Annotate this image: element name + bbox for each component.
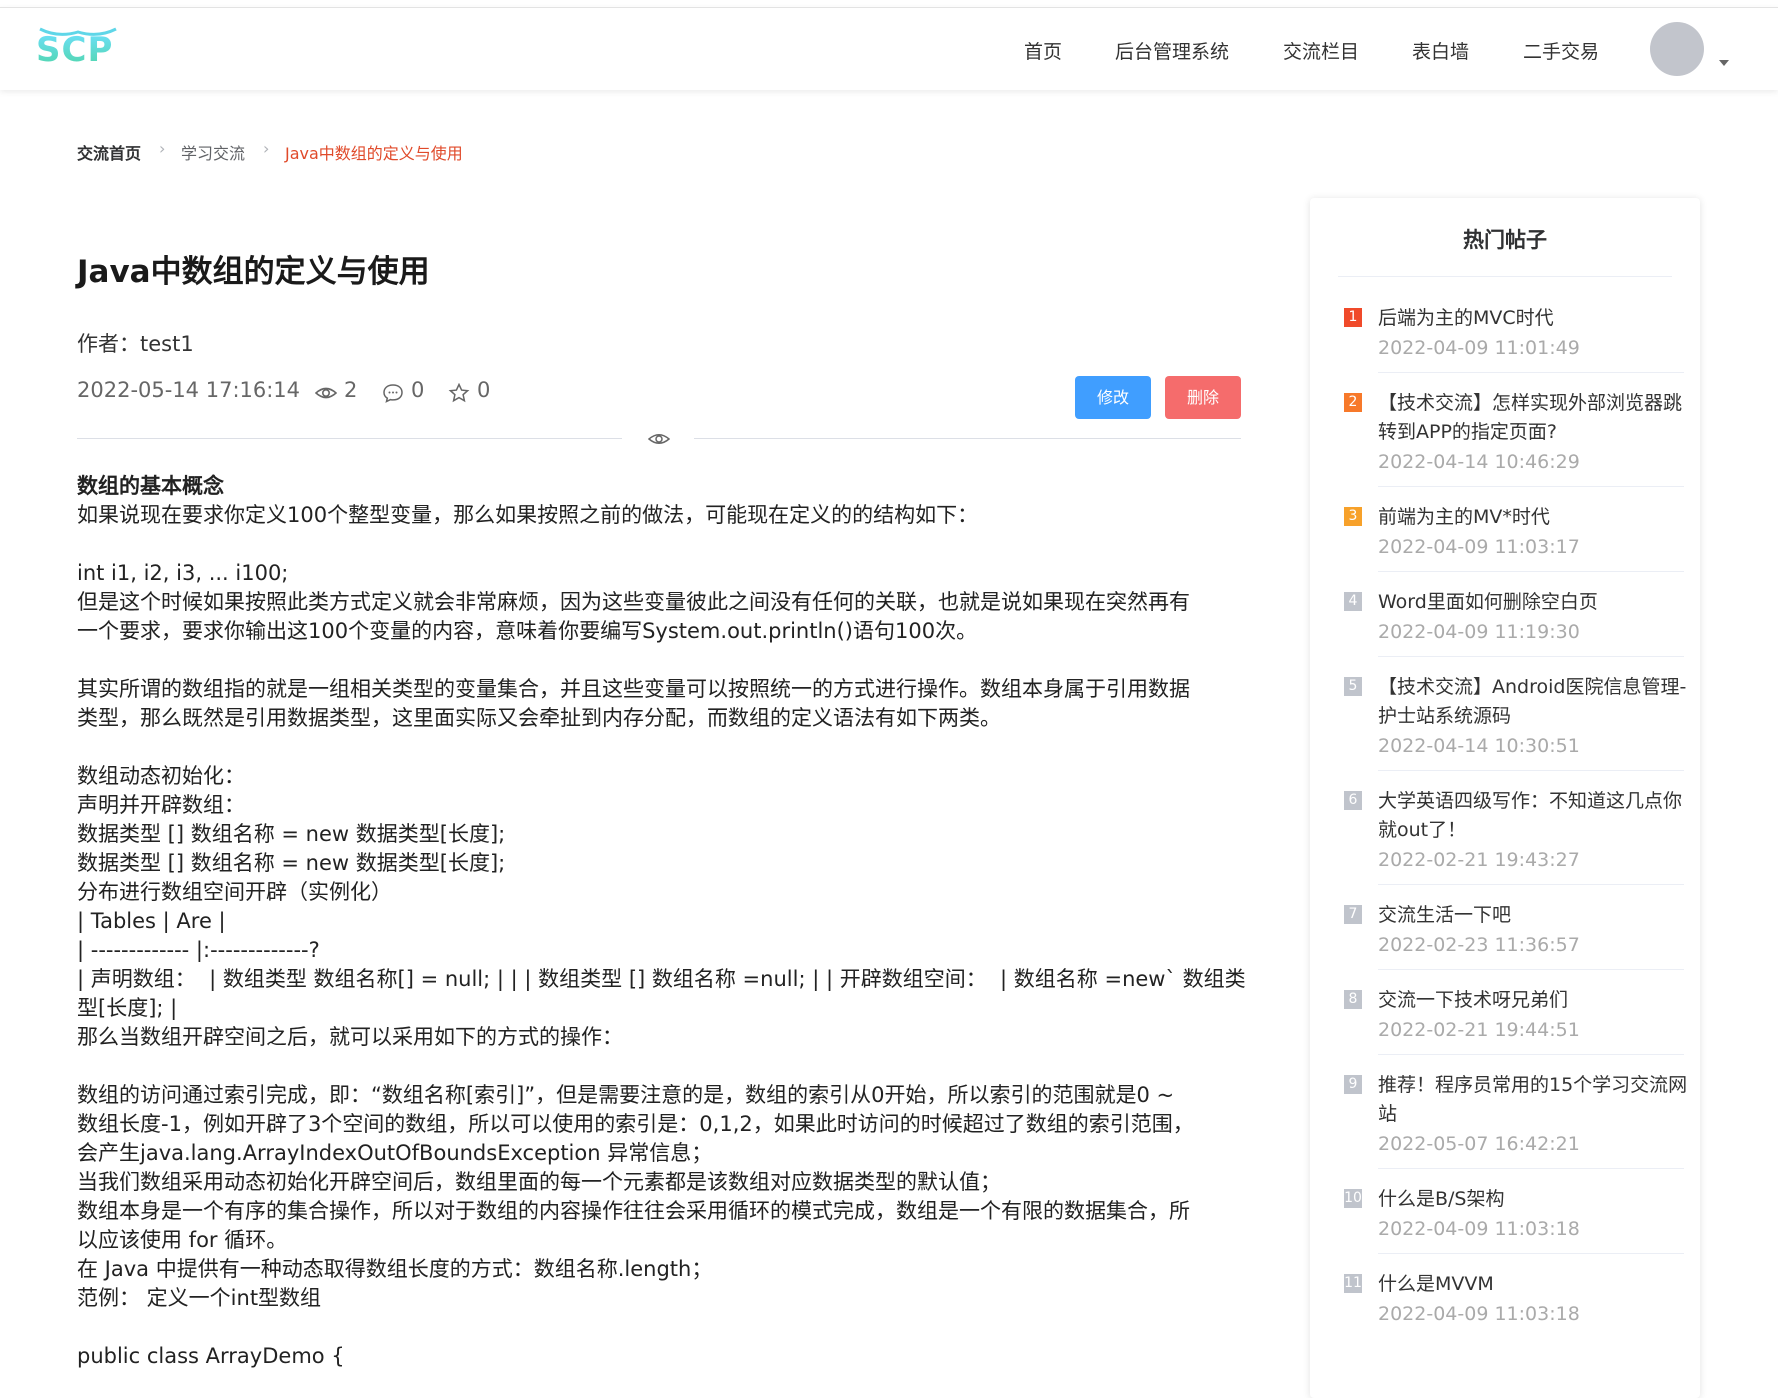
- hot-posts-panel: 热门帖子 1 后端为主的MVC时代 2022-04-09 11:01:49 2 …: [1310, 198, 1700, 1398]
- rank-badge: 10: [1344, 1189, 1362, 1208]
- rank-badge: 1: [1344, 308, 1362, 327]
- chevron-right-icon: ›: [263, 139, 270, 158]
- rank-badge: 9: [1344, 1075, 1362, 1094]
- nav-confession-wall[interactable]: 表白墙: [1412, 37, 1469, 64]
- hot-posts-title: 热门帖子: [1463, 228, 1547, 252]
- content-line: 如果说现在要求你定义100个整型变量，那么如果按照之前的做法，可能现在定义的的结…: [77, 503, 979, 527]
- edit-button[interactable]: 修改: [1075, 376, 1151, 419]
- content-line: 范例： 定义一个int型数组: [77, 1286, 322, 1310]
- post-author: 作者：test1: [77, 332, 194, 356]
- content-line: public class ArrayDemo {: [77, 1344, 345, 1368]
- logo-text: SCP: [36, 30, 114, 70]
- star-count: 0: [477, 378, 491, 402]
- hot-post-title[interactable]: 【技术交流】Android医院信息管理-护士站系统源码: [1378, 673, 1688, 731]
- content-line: 其实所谓的数组指的就是一组相关类型的变量集合，并且这些变量可以按照统一的方式进行…: [77, 677, 1190, 701]
- content-line: | 声明数组： | 数组类型 数组名称[] = null; | | | 数组类型…: [77, 967, 1246, 991]
- content-line: 分布进行数组空间开辟（实例化）: [77, 880, 392, 904]
- hot-post-time: 2022-04-09 11:03:18: [1378, 1218, 1580, 1240]
- post-meta: 2022-05-14 17:16:14 2 0 0: [77, 378, 577, 406]
- caret-down-icon[interactable]: [1719, 60, 1729, 66]
- hot-post-time: 2022-04-09 11:01:49: [1378, 337, 1580, 359]
- hot-post-time: 2022-04-09 11:03:17: [1378, 536, 1580, 558]
- hot-post-title[interactable]: 什么是B/S架构: [1378, 1185, 1688, 1214]
- hot-post-title[interactable]: 前端为主的MV*时代: [1378, 503, 1688, 532]
- comment-count: 0: [411, 378, 425, 402]
- hot-post-time: 2022-05-07 16:42:21: [1378, 1133, 1580, 1155]
- hot-post-title[interactable]: 什么是MVVM: [1378, 1270, 1688, 1299]
- hot-post-title[interactable]: 交流一下技术呀兄弟们: [1378, 986, 1688, 1015]
- content-line: 当我们数组采用动态初始化开辟空间后，数组里面的每一个元素都是该数组对应数据类型的…: [77, 1170, 1001, 1194]
- content-line: 以应该使用 for 循环。: [77, 1228, 288, 1252]
- content-line: 一个要求，要求你输出这100个变量的内容，意味着你要编写System.out.p…: [77, 619, 978, 643]
- content-line: 数据类型 [] 数组名称 = new 数据类型[长度];: [77, 851, 506, 875]
- content-line: 那么当数组开辟空间之后，就可以采用如下的方式的操作：: [77, 1025, 623, 1049]
- content-line: 会产生java.lang.ArrayIndexOutOfBoundsExcept…: [77, 1141, 713, 1165]
- hot-post-time: 2022-02-23 11:36:57: [1378, 934, 1580, 956]
- content-line: 类型，那么既然是引用数据类型，这里面实际又会牵扯到内存分配，而数组的定义语法有如…: [77, 706, 1001, 730]
- site-logo[interactable]: SCP: [34, 26, 124, 72]
- content-line: 型[长度]; |: [77, 996, 178, 1020]
- hot-post-title[interactable]: Word里面如何删除空白页: [1378, 588, 1688, 617]
- content-line: | Tables | Are |: [77, 909, 226, 933]
- content-line: 在 Java 中提供有一种动态取得数组长度的方式：数组名称.length；: [77, 1257, 713, 1281]
- view-count: 2: [344, 378, 358, 402]
- post-content: 数组的基本概念 如果说现在要求你定义100个整型变量，那么如果按照之前的做法，可…: [77, 472, 1247, 1371]
- nav-forum[interactable]: 交流栏目: [1283, 37, 1359, 64]
- breadcrumb-current: Java中数组的定义与使用: [285, 144, 463, 163]
- content-line: 数组动态初始化：: [77, 764, 245, 788]
- content-line: 但是这个时候如果按照此类方式定义就会非常麻烦，因为这些变量彼此之间没有任何的关联…: [77, 590, 1190, 614]
- nav-second-hand[interactable]: 二手交易: [1523, 37, 1599, 64]
- rank-badge: 7: [1344, 905, 1362, 924]
- hot-post-time: 2022-02-21 19:44:51: [1378, 1019, 1580, 1041]
- hot-post-time: 2022-02-21 19:43:27: [1378, 849, 1580, 871]
- hot-post-time: 2022-04-14 10:46:29: [1378, 451, 1580, 473]
- hot-post-title[interactable]: 后端为主的MVC时代: [1378, 304, 1688, 333]
- rank-badge: 4: [1344, 592, 1362, 611]
- divider: [77, 438, 622, 439]
- content-line: | ------------- |:-------------?: [77, 938, 320, 962]
- rank-badge: 3: [1344, 507, 1362, 526]
- content-line: 数组的访问通过索引完成，即：“数组名称[索引]”，但是需要注意的是，数组的索引从…: [77, 1083, 1175, 1107]
- breadcrumb-home[interactable]: 交流首页: [77, 140, 141, 164]
- hot-post-time: 2022-04-14 10:30:51: [1378, 735, 1580, 757]
- divider: [1338, 276, 1672, 277]
- user-avatar[interactable]: [1650, 22, 1704, 76]
- rank-badge: 6: [1344, 791, 1362, 810]
- comment-icon: [383, 384, 403, 403]
- rank-badge: 2: [1344, 393, 1362, 412]
- eye-icon: [648, 434, 670, 444]
- hot-post-time: 2022-04-09 11:19:30: [1378, 621, 1580, 643]
- post-date: 2022-05-14 17:16:14: [77, 378, 301, 402]
- nav-admin-system[interactable]: 后台管理系统: [1115, 37, 1229, 64]
- top-navbar: SCP 首页 后台管理系统 交流栏目 表白墙 二手交易: [0, 7, 1778, 90]
- content-line: 数组长度-1，例如开辟了3个空间的数组，所以可以使用的索引是：0,1,2，如果此…: [77, 1112, 1194, 1136]
- nav-home[interactable]: 首页: [1024, 37, 1062, 64]
- content-heading: 数组的基本概念: [77, 474, 224, 498]
- content-line: 声明并开辟数组：: [77, 793, 245, 817]
- delete-button[interactable]: 删除: [1165, 376, 1241, 419]
- content-line: 数据类型 [] 数组名称 = new 数据类型[长度];: [77, 822, 506, 846]
- breadcrumb-category[interactable]: 学习交流: [181, 140, 245, 164]
- hot-post-title[interactable]: 交流生活一下吧: [1378, 901, 1688, 930]
- hot-post-title[interactable]: 大学英语四级写作：不知道这几点你就out了！: [1378, 787, 1688, 845]
- content-line: int i1, i2, i3, ... i100;: [77, 561, 289, 585]
- rank-badge: 5: [1344, 677, 1362, 696]
- hot-post-title[interactable]: 推荐！程序员常用的15个学习交流网站: [1378, 1071, 1688, 1129]
- hot-post-title[interactable]: 【技术交流】怎样实现外部浏览器跳转到APP的指定页面?: [1378, 389, 1688, 447]
- rank-badge: 11: [1344, 1274, 1362, 1293]
- post-title: Java中数组的定义与使用: [77, 254, 430, 290]
- divider: [694, 438, 1241, 439]
- chevron-right-icon: ›: [159, 139, 166, 158]
- hot-post-time: 2022-04-09 11:03:18: [1378, 1303, 1580, 1325]
- eye-icon: [315, 387, 337, 399]
- rank-badge: 8: [1344, 990, 1362, 1009]
- content-line: 数组本身是一个有序的集合操作，所以对于数组的内容操作往往会采用循环的模式完成，数…: [77, 1199, 1190, 1223]
- star-icon[interactable]: [448, 383, 470, 403]
